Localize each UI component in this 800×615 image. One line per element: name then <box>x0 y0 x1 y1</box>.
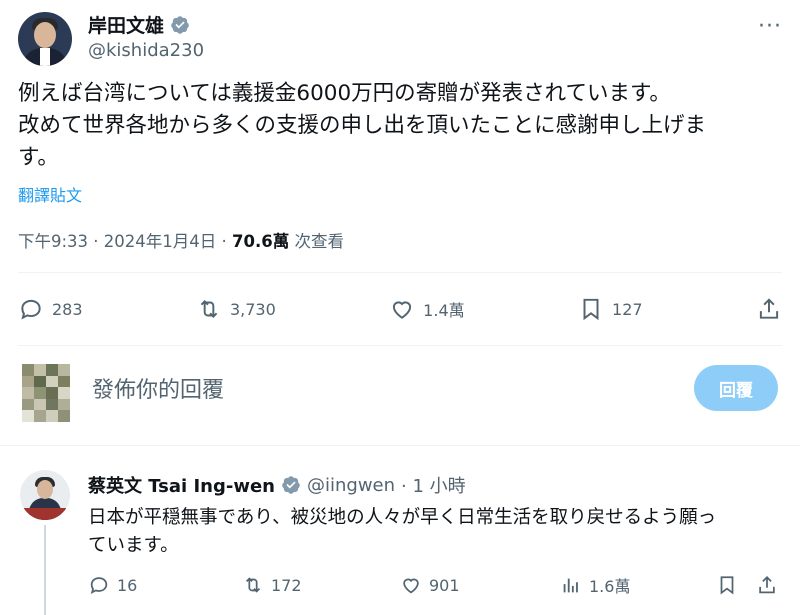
reply-button[interactable]: 回覆 <box>694 365 778 411</box>
reply-bookmark-action[interactable] <box>716 574 738 596</box>
reply-header: 蔡英文 Tsai Ing-wen @iingwen · 1 小時 <box>88 472 466 498</box>
tweet-text: 例えば台湾については義援金6000万円の寄贈が発表されています。 改めて世界各地… <box>18 78 778 174</box>
tweet-text-line: 改めて世界各地から多くの支援の申し出を頂いたことに感謝申し上げま <box>18 113 707 138</box>
views-label: 次查看 <box>289 232 344 251</box>
reply-action-bar: 16 172 901 1.6萬 <box>88 570 782 600</box>
reply-retweet-count: 172 <box>271 575 302 595</box>
divider <box>18 272 782 273</box>
like-count: 1.4萬 <box>423 301 465 320</box>
more-options-icon[interactable]: ··· <box>758 14 782 39</box>
reply-like-count: 901 <box>429 575 460 595</box>
tweet-action-bar: 283 3,730 1.4萬 127 <box>18 292 782 326</box>
reply-author-avatar[interactable] <box>20 470 70 520</box>
share-icon <box>759 298 779 319</box>
reply-icon <box>90 577 108 595</box>
reply-author-name[interactable]: 蔡英文 Tsai Ing-wen <box>88 472 275 498</box>
reply-input[interactable]: 發佈你的回覆 <box>92 372 224 404</box>
like-action[interactable]: 1.4萬 <box>389 296 465 322</box>
reply-views-action[interactable]: 1.6萬 <box>560 573 630 597</box>
reply-reply-count: 16 <box>117 575 138 595</box>
views-count: 70.6萬 <box>232 232 290 251</box>
analytics-icon <box>563 578 578 593</box>
bookmark-icon <box>720 576 734 595</box>
retweet-count: 3,730 <box>229 299 276 319</box>
bookmark-action[interactable]: 127 <box>578 296 643 322</box>
author-name-row[interactable]: 岸田文雄 <box>88 11 190 38</box>
thread-line <box>44 525 46 615</box>
reply-reply-action[interactable]: 16 <box>88 574 137 596</box>
reply-action[interactable]: 283 <box>18 296 83 322</box>
share-action[interactable] <box>756 296 782 322</box>
reply-count: 283 <box>52 299 83 319</box>
reply-text-line: 日本が平穏無事であり、被災地の人々が早く日常生活を取り戻せるよう願っ <box>88 507 717 528</box>
current-user-avatar[interactable] <box>22 364 70 422</box>
divider <box>18 345 782 346</box>
reply-text-line: ています。 <box>88 535 179 556</box>
retweet-action[interactable]: 3,730 <box>196 296 276 322</box>
tweet-timestamp[interactable]: 下午9:33 · 2024年1月4日 · <box>18 232 232 251</box>
tweet-text-line: 例えば台湾については義援金6000万円の寄贈が発表されています。 <box>18 81 671 106</box>
reply-views-count: 1.6萬 <box>589 577 631 596</box>
heart-icon <box>403 578 419 594</box>
reply-retweet-action[interactable]: 172 <box>242 574 302 596</box>
verified-badge-icon <box>171 15 189 34</box>
heart-icon <box>393 301 412 319</box>
bookmark-count: 127 <box>612 299 643 319</box>
retweet-icon <box>245 577 261 593</box>
reply-icon <box>21 299 41 320</box>
author-handle[interactable]: @kishida230 <box>88 40 204 61</box>
reply-text: 日本が平穏無事であり、被災地の人々が早く日常生活を取り戻せるよう願っ ています。 <box>88 504 778 560</box>
reply-like-action[interactable]: 901 <box>400 574 460 596</box>
verified-badge-icon <box>282 476 300 494</box>
author-name[interactable]: 岸田文雄 <box>88 11 164 38</box>
reply-timestamp[interactable]: · 1 小時 <box>401 472 466 498</box>
translate-post-link[interactable]: 翻譯貼文 <box>18 182 82 206</box>
tweet-meta: 下午9:33 · 2024年1月4日 · 70.6萬 次查看 <box>18 228 344 252</box>
reply-author-handle[interactable]: @iingwen <box>307 475 395 496</box>
tweet-text-line: す。 <box>18 145 59 170</box>
reply-share-action[interactable] <box>756 574 778 596</box>
divider <box>0 445 800 446</box>
retweet-icon <box>200 300 218 318</box>
bookmark-icon <box>583 298 599 321</box>
author-avatar[interactable] <box>18 12 72 66</box>
share-icon <box>759 575 775 594</box>
